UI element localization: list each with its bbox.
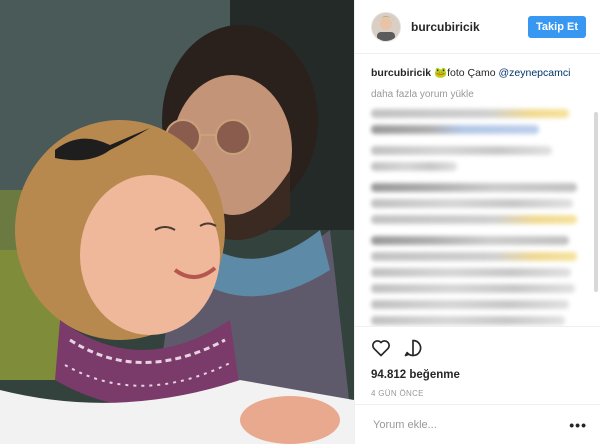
post-side-panel: burcubiricik Takip Et burcubiricik 🐸foto… (354, 0, 600, 444)
likes-count[interactable]: 94.812 beğenme (371, 369, 585, 381)
blurred-comment (371, 199, 574, 208)
post-caption: burcubiricik 🐸foto Çamo @zeynepcamci (371, 66, 586, 81)
blurred-comment (371, 215, 578, 224)
caption-text: foto Çamo (447, 67, 496, 79)
post-timestamp: 4 GÜN ÖNCE (371, 389, 424, 398)
frog-icon: 🐸 (434, 67, 448, 79)
blurred-comment (371, 125, 539, 134)
post-photo[interactable] (0, 0, 354, 444)
comment-input[interactable] (371, 417, 570, 432)
blurred-comment (371, 284, 576, 293)
blurred-comment (371, 316, 565, 325)
load-more-comments-link[interactable]: daha fazla yorum yükle (371, 87, 586, 102)
blurred-comment (371, 252, 578, 261)
heart-icon[interactable] (371, 338, 391, 363)
caption-mention[interactable]: @zeynepcamci (498, 67, 570, 79)
follow-button[interactable]: Takip Et (528, 15, 586, 38)
blurred-comment (371, 300, 569, 309)
blurred-comment (371, 268, 571, 277)
add-comment-bar: ••• (355, 404, 600, 444)
comment-icon[interactable] (403, 338, 423, 363)
blurred-comment (371, 109, 569, 118)
caption-username[interactable]: burcubiricik (371, 67, 431, 79)
comments-scrollbar[interactable] (594, 112, 598, 292)
post-header: burcubiricik Takip Et (355, 0, 600, 54)
blurred-comment (371, 162, 457, 171)
avatar-photo (372, 12, 400, 41)
couple-selfie-image (0, 0, 354, 444)
blurred-comment (371, 146, 552, 155)
action-icons (371, 339, 585, 361)
avatar[interactable] (371, 11, 401, 42)
more-options-icon[interactable]: ••• (569, 417, 587, 433)
blurred-comment (371, 183, 578, 192)
comments-list[interactable]: burcubiricik 🐸foto Çamo @zeynepcamci dah… (355, 54, 600, 326)
blurred-comment (371, 236, 569, 245)
post-actions: 94.812 beğenme 4 GÜN ÖNCE (355, 326, 600, 398)
post-username[interactable]: burcubiricik (411, 20, 528, 34)
